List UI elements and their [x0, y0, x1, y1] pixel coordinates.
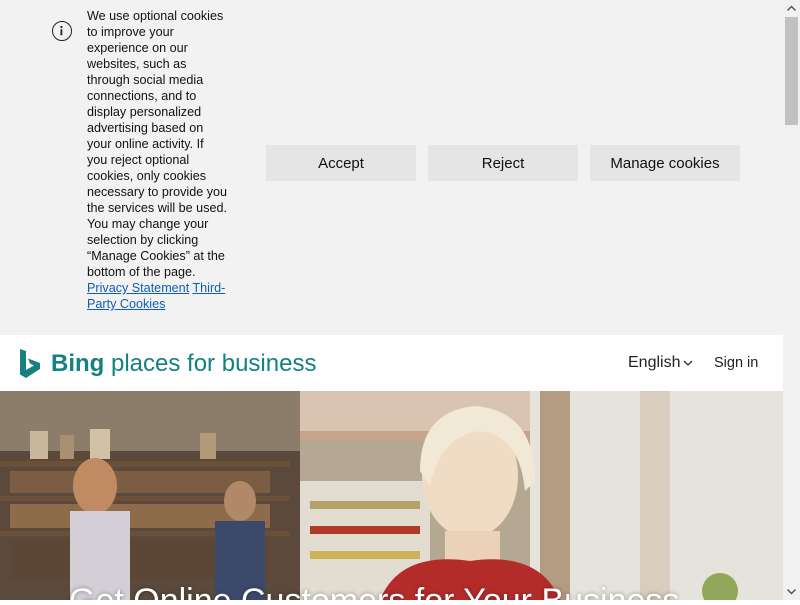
language-selector[interactable]: English	[628, 353, 693, 373]
language-label: English	[628, 354, 681, 371]
info-icon	[52, 21, 72, 41]
bing-logo-icon[interactable]	[20, 349, 42, 384]
site-header: Bing places for business English Sign in	[0, 335, 783, 391]
privacy-statement-link[interactable]: Privacy Statement	[87, 281, 189, 295]
hero-photo	[0, 391, 783, 600]
hero-title: Get Online Customers for Your Business	[69, 581, 679, 600]
sign-in-link[interactable]: Sign in	[714, 354, 758, 372]
brand-bing: Bing	[51, 350, 105, 377]
manage-cookies-button[interactable]: Manage cookies	[590, 145, 740, 181]
scroll-up-arrow-icon[interactable]	[783, 0, 800, 17]
brand-places-for-business: places for business	[104, 350, 317, 377]
vertical-scrollbar[interactable]	[783, 0, 800, 600]
hero-banner: Get Online Customers for Your Business	[0, 391, 783, 600]
scrollbar-thumb[interactable]	[785, 17, 798, 125]
accept-button[interactable]: Accept	[266, 145, 416, 181]
chevron-down-icon	[684, 360, 693, 366]
cookie-description: We use optional cookies to improve your …	[87, 9, 228, 279]
cookie-message: We use optional cookies to improve your …	[87, 8, 227, 312]
scroll-down-arrow-icon[interactable]	[783, 583, 800, 600]
cookie-banner: We use optional cookies to improve your …	[0, 0, 783, 335]
brand-name[interactable]: Bing places for business	[51, 349, 316, 379]
reject-button[interactable]: Reject	[428, 145, 578, 181]
